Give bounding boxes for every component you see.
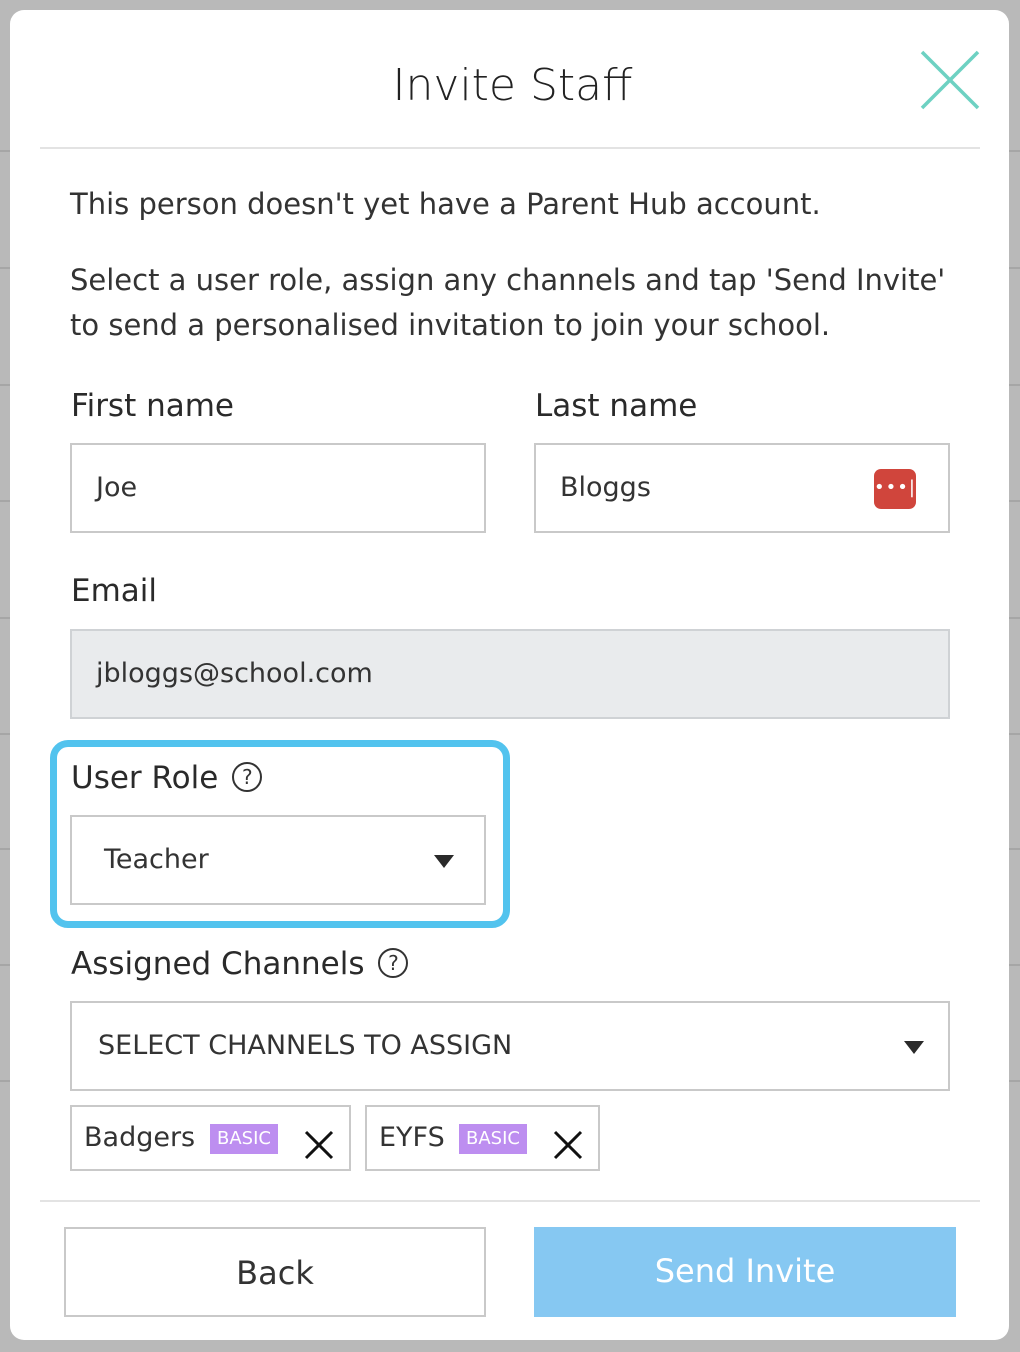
user-role-value: Teacher xyxy=(104,844,209,875)
chevron-down-icon xyxy=(434,855,454,868)
help-icon[interactable]: ? xyxy=(232,761,263,792)
chevron-down-icon xyxy=(904,1041,924,1054)
assigned-channels-label-text: Assigned Channels xyxy=(71,946,365,982)
email-label: Email xyxy=(71,573,158,609)
channels-select[interactable]: SELECT CHANNELS TO ASSIGN xyxy=(70,1001,950,1091)
basic-badge: BASIC xyxy=(210,1124,278,1154)
remove-icon[interactable] xyxy=(552,1122,584,1160)
close-icon[interactable] xyxy=(918,48,982,112)
last-name-input[interactable]: Bloggs •••| xyxy=(534,443,950,533)
remove-icon[interactable] xyxy=(303,1122,335,1160)
footer-divider xyxy=(40,1200,980,1202)
intro-text: This person doesn't yet have a Parent Hu… xyxy=(70,187,821,221)
instructions-text: Select a user role, assign any channels … xyxy=(70,263,946,342)
chip-label: Badgers xyxy=(84,1122,196,1153)
channel-chip-eyfs: EYFS BASIC xyxy=(365,1105,600,1171)
last-name-label: Last name xyxy=(535,388,698,424)
send-invite-button[interactable]: Send Invite xyxy=(534,1227,956,1317)
user-role-label-text: User Role xyxy=(71,760,219,796)
last-name-value: Bloggs xyxy=(560,472,651,503)
email-field: jbloggs@school.com xyxy=(70,629,950,719)
user-role-label: User Role? xyxy=(71,760,263,796)
back-button[interactable]: Back xyxy=(64,1227,486,1317)
user-role-select[interactable]: Teacher xyxy=(70,815,486,905)
channel-chip-badgers: Badgers BASIC xyxy=(70,1105,351,1171)
first-name-label: First name xyxy=(71,388,235,424)
modal-title: Invite Staff xyxy=(392,60,633,111)
invite-staff-modal: Invite Staff This person doesn't yet hav… xyxy=(10,10,1009,1340)
chip-label: EYFS xyxy=(379,1122,445,1153)
channels-placeholder: SELECT CHANNELS TO ASSIGN xyxy=(98,1030,513,1061)
help-icon[interactable]: ? xyxy=(378,947,409,978)
first-name-input[interactable]: Joe xyxy=(70,443,486,533)
password-manager-icon[interactable]: •••| xyxy=(874,469,916,509)
header-divider xyxy=(40,147,980,149)
basic-badge: BASIC xyxy=(459,1124,527,1154)
assigned-channels-label: Assigned Channels? xyxy=(71,946,409,982)
